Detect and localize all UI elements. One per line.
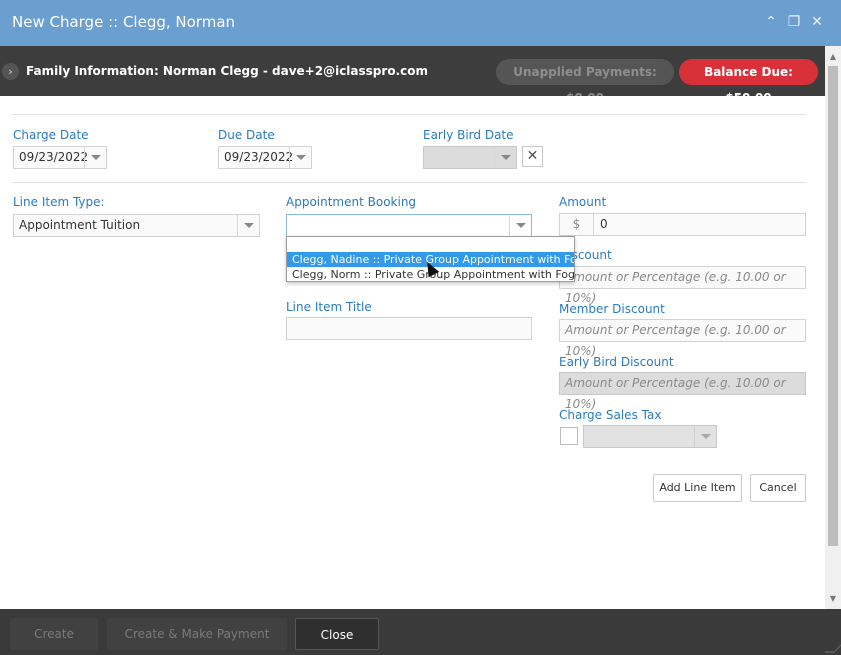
early-bird-date-dropdown-button[interactable] (494, 147, 516, 168)
member-discount-input[interactable]: Amount or Percentage (e.g. 10.00 or 10%) (559, 319, 806, 358)
charge-form: Charge Date 09/23/2022 Due Date 09/23/20… (0, 96, 825, 609)
discount-placeholder: Amount or Percentage (e.g. 10.00 or 10%) (565, 270, 786, 305)
appointment-booking-dropdown-button[interactable] (509, 215, 531, 236)
family-info-text[interactable]: Family Information: Norman Clegg - dave+… (26, 64, 428, 78)
sales-tax-dropdown-button[interactable] (694, 426, 716, 447)
clear-early-bird-date-button[interactable]: ✕ (522, 146, 543, 167)
create-make-payment-button[interactable]: Create & Make Payment (107, 618, 287, 650)
maximize-icon[interactable]: ❐ (786, 14, 802, 30)
early-bird-discount-input[interactable]: Amount or Percentage (e.g. 10.00 or 10%) (559, 372, 806, 411)
add-line-item-button[interactable]: Add Line Item (653, 474, 742, 502)
window-titlebar: New Charge :: Clegg, Norman ⌃ ❐ ✕ (0, 0, 841, 46)
early-bird-discount-placeholder: Amount or Percentage (e.g. 10.00 or 10%) (565, 376, 786, 411)
due-date-label: Due Date (218, 128, 275, 142)
early-bird-date-field[interactable] (423, 146, 517, 169)
chevron-down-icon (244, 223, 254, 228)
line-item-type-label: Line Item Type: (13, 195, 105, 209)
charge-date-value: 09/23/2022 (19, 150, 89, 164)
charge-date-field[interactable]: 09/23/2022 (13, 146, 107, 169)
appointment-booking-label: Appointment Booking (286, 195, 417, 209)
charge-date-label: Charge Date (13, 128, 89, 142)
close-icon[interactable]: ✕ (809, 14, 825, 30)
balance-due-badge[interactable]: Balance Due: $50.00 (679, 59, 818, 105)
line-item-type-select[interactable]: Appointment Tuition (13, 214, 260, 237)
scroll-thumb[interactable] (828, 66, 838, 546)
charge-sales-tax-label: Charge Sales Tax (559, 408, 662, 422)
line-item-title-input[interactable] (286, 317, 532, 340)
member-discount-label: Member Discount (559, 302, 665, 316)
window-title: New Charge :: Clegg, Norman (12, 13, 236, 31)
charge-date-dropdown-button[interactable] (84, 147, 106, 168)
unapplied-payments-badge[interactable]: Unapplied Payments: $0.00 (496, 59, 674, 105)
content-scrollbar[interactable]: ▲ ▼ (825, 46, 841, 609)
amount-label: Amount (559, 195, 607, 209)
chevron-down-icon (91, 155, 101, 160)
booking-option-blank[interactable] (287, 237, 574, 252)
sales-tax-checkbox[interactable] (560, 427, 578, 445)
chevron-down-icon (516, 223, 526, 228)
resize-grip-icon[interactable] (824, 643, 841, 653)
chevron-down-icon (296, 155, 306, 160)
create-button[interactable]: Create (10, 618, 98, 650)
family-info-bar: › Family Information: Norman Clegg - dav… (0, 46, 841, 105)
collapse-icon[interactable]: ⌃ (763, 14, 779, 30)
dialog-footer: Create Create & Make Payment Close (0, 609, 841, 655)
sales-tax-select[interactable] (583, 425, 717, 448)
cancel-button[interactable]: Cancel (750, 474, 806, 502)
amount-input[interactable]: $ 0 (559, 213, 806, 236)
line-item-type-dropdown-button[interactable] (237, 215, 259, 236)
due-date-dropdown-button[interactable] (289, 147, 311, 168)
member-discount-placeholder: Amount or Percentage (e.g. 10.00 or 10%) (565, 323, 786, 358)
scroll-down-icon[interactable]: ▼ (828, 594, 838, 604)
close-icon: ✕ (526, 148, 539, 164)
discount-input[interactable]: Amount or Percentage (e.g. 10.00 or 10%) (559, 266, 806, 305)
due-date-field[interactable]: 09/23/2022 (218, 146, 312, 169)
due-date-value: 09/23/2022 (224, 150, 294, 164)
early-bird-discount-label: Early Bird Discount (559, 355, 674, 369)
early-bird-date-label: Early Bird Date (423, 128, 514, 142)
close-button[interactable]: Close (295, 618, 379, 650)
divider (12, 114, 806, 115)
chevron-down-icon (501, 155, 511, 160)
amount-value: 0 (600, 217, 608, 231)
divider (12, 182, 806, 183)
line-item-title-label: Line Item Title (286, 300, 372, 314)
line-item-type-value: Appointment Tuition (19, 218, 141, 232)
expand-chevron-icon[interactable]: › (2, 63, 19, 80)
scroll-up-icon[interactable]: ▲ (828, 52, 838, 62)
chevron-down-icon (701, 434, 711, 439)
appointment-booking-select[interactable] (286, 214, 532, 237)
currency-symbol: $ (560, 214, 594, 235)
